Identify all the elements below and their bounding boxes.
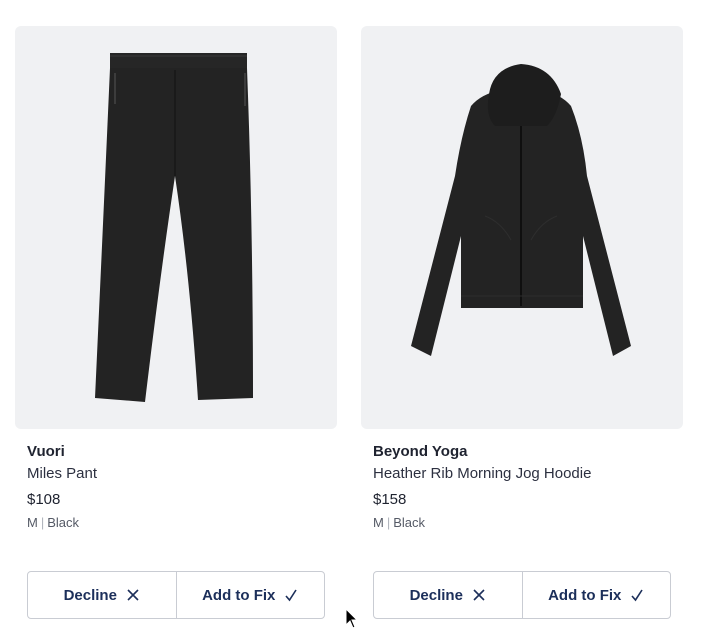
decline-label: Decline [63, 586, 117, 604]
close-icon [473, 589, 485, 601]
divider: | [40, 515, 45, 530]
product-image[interactable] [361, 26, 683, 429]
checkmark-icon [285, 589, 298, 602]
product-card: Beyond Yoga Heather Rib Morning Jog Hood… [361, 26, 683, 619]
decline-button[interactable]: Decline [28, 572, 176, 618]
product-name: Miles Pant [27, 465, 98, 482]
product-variant: M | Black [27, 515, 337, 531]
pants-image [95, 53, 253, 402]
decline-button[interactable]: Decline [374, 572, 522, 618]
product-size: M [373, 515, 384, 530]
add-label: Add to Fix [202, 586, 276, 604]
product-actions: Decline Add to Fix [373, 571, 671, 619]
checkmark-icon [631, 589, 644, 602]
product-variant: M | Black [373, 515, 683, 531]
add-to-fix-button[interactable]: Add to Fix [175, 572, 325, 618]
product-name: Heather Rib Morning Jog Hoodie [373, 465, 592, 482]
product-price: $158 [373, 491, 407, 508]
product-brand: Vuori [27, 443, 65, 460]
product-price: $108 [27, 491, 61, 508]
product-actions: Decline Add to Fix [27, 571, 325, 619]
hoodie-image [411, 64, 631, 356]
product-image[interactable] [15, 26, 337, 429]
product-color: Black [393, 515, 426, 530]
product-color: Black [47, 515, 80, 530]
close-icon [127, 589, 139, 601]
add-label: Add to Fix [548, 586, 622, 604]
product-card: Vuori Miles Pant $108 M | Black Decline Ad… [15, 26, 337, 619]
mouse-cursor-icon [345, 608, 359, 629]
product-brand: Beyond Yoga [373, 443, 468, 460]
decline-label: Decline [409, 586, 463, 604]
divider: | [386, 515, 391, 530]
add-to-fix-button[interactable]: Add to Fix [521, 572, 671, 618]
product-size: M [27, 515, 38, 530]
